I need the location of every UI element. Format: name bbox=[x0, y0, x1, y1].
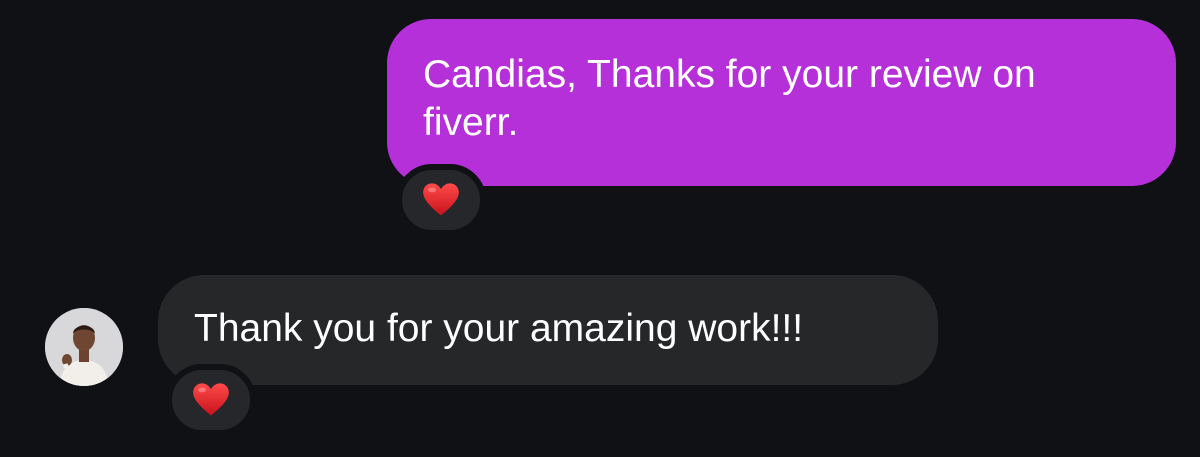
incoming-message-text: Thank you for your amazing work!!! bbox=[194, 307, 804, 350]
incoming-message-reaction[interactable] bbox=[166, 364, 256, 436]
heart-icon bbox=[193, 383, 229, 416]
chat-thread: Candias, Thanks for your review on fiver… bbox=[0, 0, 1200, 457]
outgoing-message-reaction[interactable] bbox=[396, 164, 486, 236]
avatar[interactable] bbox=[45, 308, 123, 386]
incoming-message-bubble[interactable]: Thank you for your amazing work!!! bbox=[158, 275, 938, 385]
outgoing-message-text: Candias, Thanks for your review on fiver… bbox=[423, 53, 1036, 144]
avatar-photo bbox=[45, 308, 123, 386]
outgoing-message-bubble[interactable]: Candias, Thanks for your review on fiver… bbox=[387, 19, 1176, 186]
heart-icon bbox=[423, 183, 459, 216]
